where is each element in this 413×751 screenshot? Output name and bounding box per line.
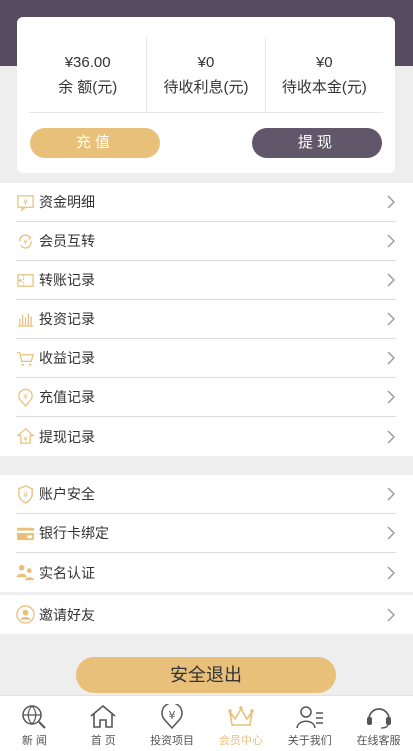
tab-invest[interactable]: ¥ 投资项目 [138,696,207,751]
invite-friend-icon [16,605,35,624]
transfer-record-icon [16,271,35,290]
chevron-right-icon [386,273,396,287]
bottom-tabbar: 新 闻 首 页 ¥ 投资项目 会员中心 关于我们 在线客服 [0,695,413,751]
stat-value: ¥0 [197,54,215,71]
recharge-record-icon: ¥ [16,388,35,407]
menu-item-bank-card[interactable]: 银行卡绑定 [16,514,396,553]
chevron-right-icon [386,526,396,540]
svg-text:¥: ¥ [23,435,27,443]
chevron-right-icon [386,312,396,326]
stat-pending-principal: ¥0 待收本金(元) [266,37,383,112]
headset-icon [366,708,391,729]
stat-label: 待收利息(元) [163,79,249,96]
fund-detail-icon: ¥ [16,193,35,212]
svg-text:¥: ¥ [169,709,176,722]
menu-group-account: ¥ 账户安全 银行卡绑定 实名认证 [0,475,413,592]
menu-item-label: 邀请好友 [39,606,95,623]
menu-item-label: 实名认证 [39,564,95,581]
menu-group-records: ¥ 资金明细 ¥ 会员互转 转账记录 投资记录 收益记录 ¥ 充值记录 ¥ 提现… [0,183,413,456]
menu-item-label: 充值记录 [39,389,95,405]
menu-group-invite: 邀请好友 [0,595,413,634]
stat-balance: ¥36.00 余 额(元) [29,37,148,112]
chevron-right-icon [386,351,396,365]
menu-item-investment-record[interactable]: 投资记录 [16,300,396,339]
menu-item-recharge-record[interactable]: ¥ 充值记录 [16,378,396,417]
svg-text:¥: ¥ [23,490,28,499]
menu-item-member-transfer[interactable]: ¥ 会员互转 [16,222,396,261]
menu-item-label: 银行卡绑定 [39,525,109,541]
menu-item-account-security[interactable]: ¥ 账户安全 [16,475,396,514]
about-icon [295,706,323,729]
svg-text:¥: ¥ [23,238,27,246]
tab-label: 投资项目 [150,735,195,747]
member-transfer-icon: ¥ [16,232,35,251]
recharge-button[interactable]: 充值 [30,128,160,158]
home-icon [90,704,116,728]
menu-item-label: 账户安全 [39,486,95,502]
menu-item-label: 转账记录 [39,272,95,288]
stat-value: ¥0 [315,54,333,71]
news-icon [22,705,47,729]
withdraw-button[interactable]: 提现 [252,128,382,158]
income-record-icon [16,349,35,368]
tab-home[interactable]: 首 页 [69,696,138,751]
users-icon [16,563,35,582]
balance-card: ¥36.00 余 额(元) ¥0 待收利息(元) ¥0 待收本金(元) 充值 提… [17,17,395,173]
menu-item-fund-detail[interactable]: ¥ 资金明细 [16,183,396,222]
tab-label: 会员中心 [218,735,263,747]
svg-text:¥: ¥ [23,392,28,401]
chevron-right-icon [386,234,396,248]
tab-news[interactable]: 新 闻 [0,696,69,751]
menu-item-invite-friend[interactable]: 邀请好友 [16,595,396,634]
menu-item-label: 投资记录 [39,311,95,327]
menu-item-label: 会员互转 [39,233,95,249]
svg-text:¥: ¥ [23,197,28,206]
stat-value: ¥36.00 [64,54,111,71]
shield-icon: ¥ [16,484,35,504]
menu-item-label: 资金明细 [39,194,95,210]
menu-item-label: 提现记录 [39,428,95,445]
chevron-right-icon [386,430,396,444]
menu-item-withdraw-record[interactable]: ¥ 提现记录 [16,417,396,456]
tab-label: 在线客服 [356,735,401,747]
withdraw-record-icon: ¥ [16,427,35,446]
invest-icon: ¥ [161,704,183,730]
menu-item-real-name[interactable]: 实名认证 [16,553,396,592]
menu-item-label: 收益记录 [39,350,95,366]
logout-button[interactable]: 安全退出 [76,657,336,693]
stat-label: 待收本金(元) [281,79,367,96]
tab-customer-service[interactable]: 在线客服 [344,696,413,751]
tab-member-center[interactable]: 会员中心 [206,696,275,751]
bank-card-icon [16,524,35,543]
tab-label: 首 页 [90,735,116,747]
chevron-right-icon [386,566,396,580]
chevron-right-icon [386,487,396,501]
crown-icon [228,706,254,726]
chevron-right-icon [386,195,396,209]
chevron-right-icon [386,390,396,404]
stat-label: 余 额(元) [58,79,118,96]
menu-item-transfer-record[interactable]: 转账记录 [16,261,396,300]
balance-stats: ¥36.00 余 额(元) ¥0 待收利息(元) ¥0 待收本金(元) [29,37,383,113]
chevron-right-icon [386,608,396,622]
tab-label: 新 闻 [21,735,47,747]
menu-item-income-record[interactable]: 收益记录 [16,339,396,378]
tab-label: 关于我们 [287,735,332,747]
stat-pending-interest: ¥0 待收利息(元) [147,37,266,112]
tab-about[interactable]: 关于我们 [275,696,344,751]
investment-record-icon [16,310,35,329]
